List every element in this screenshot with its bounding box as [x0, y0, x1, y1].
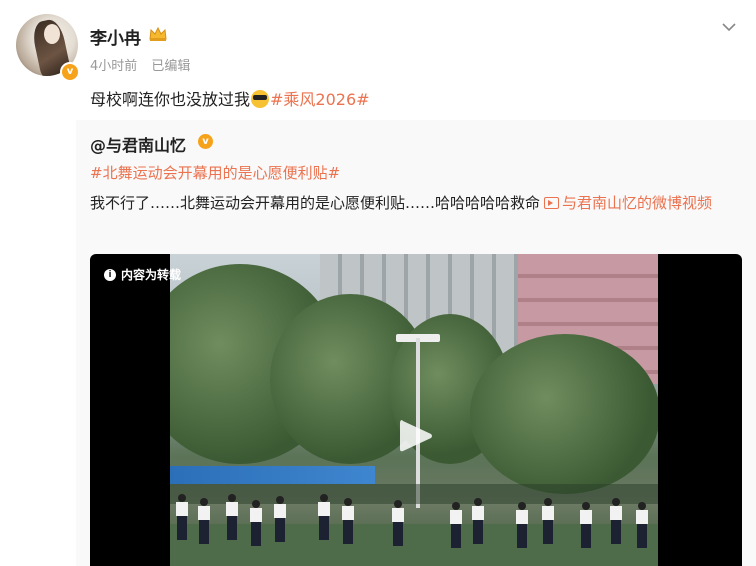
post-text: 母校啊连你也没放过我 #乘风2026# — [90, 86, 370, 110]
repost-notice-label: 内容为转载 — [121, 268, 182, 282]
video-icon — [544, 197, 560, 209]
video-link[interactable]: 与君南山忆的微博视频 — [562, 194, 712, 212]
video-frame — [170, 254, 658, 566]
play-icon[interactable] — [396, 416, 436, 456]
info-icon: i — [104, 268, 116, 281]
crown-icon — [149, 26, 167, 41]
post-meta: 4小时前 已编辑 — [90, 55, 190, 74]
author-name[interactable]: 李小冉 — [90, 24, 141, 49]
verified-badge-icon: v — [198, 134, 213, 149]
repost-author[interactable]: @与君南山忆 — [90, 132, 186, 156]
topic-link[interactable]: #乘风2026# — [270, 90, 370, 109]
repost-topic-link[interactable]: #北舞运动会开幕用的是心愿便利贴# — [90, 162, 340, 183]
verified-badge-icon: v — [60, 62, 80, 82]
cool-emoji-icon — [251, 90, 270, 108]
repost-notice: i 内容为转载 — [104, 266, 181, 283]
repost-card: @与君南山忆 v #北舞运动会开幕用的是心愿便利贴# 我不行了……北舞运动会开幕… — [76, 120, 756, 566]
repost-text: 我不行了……北舞运动会开幕用的是心愿便利贴……哈哈哈哈哈救命 与君南山忆的微博视频 — [90, 190, 746, 217]
edited-label[interactable]: 已编辑 — [151, 59, 190, 74]
video-player[interactable]: i 内容为转载 — [90, 254, 742, 566]
chevron-down-icon[interactable] — [722, 22, 736, 32]
post-text-body: 母校啊连你也没放过我 — [90, 90, 251, 109]
post-time[interactable]: 4小时前 — [90, 59, 137, 74]
repost-text-body: 我不行了……北舞运动会开幕用的是心愿便利贴……哈哈哈哈哈救命 — [90, 194, 541, 212]
